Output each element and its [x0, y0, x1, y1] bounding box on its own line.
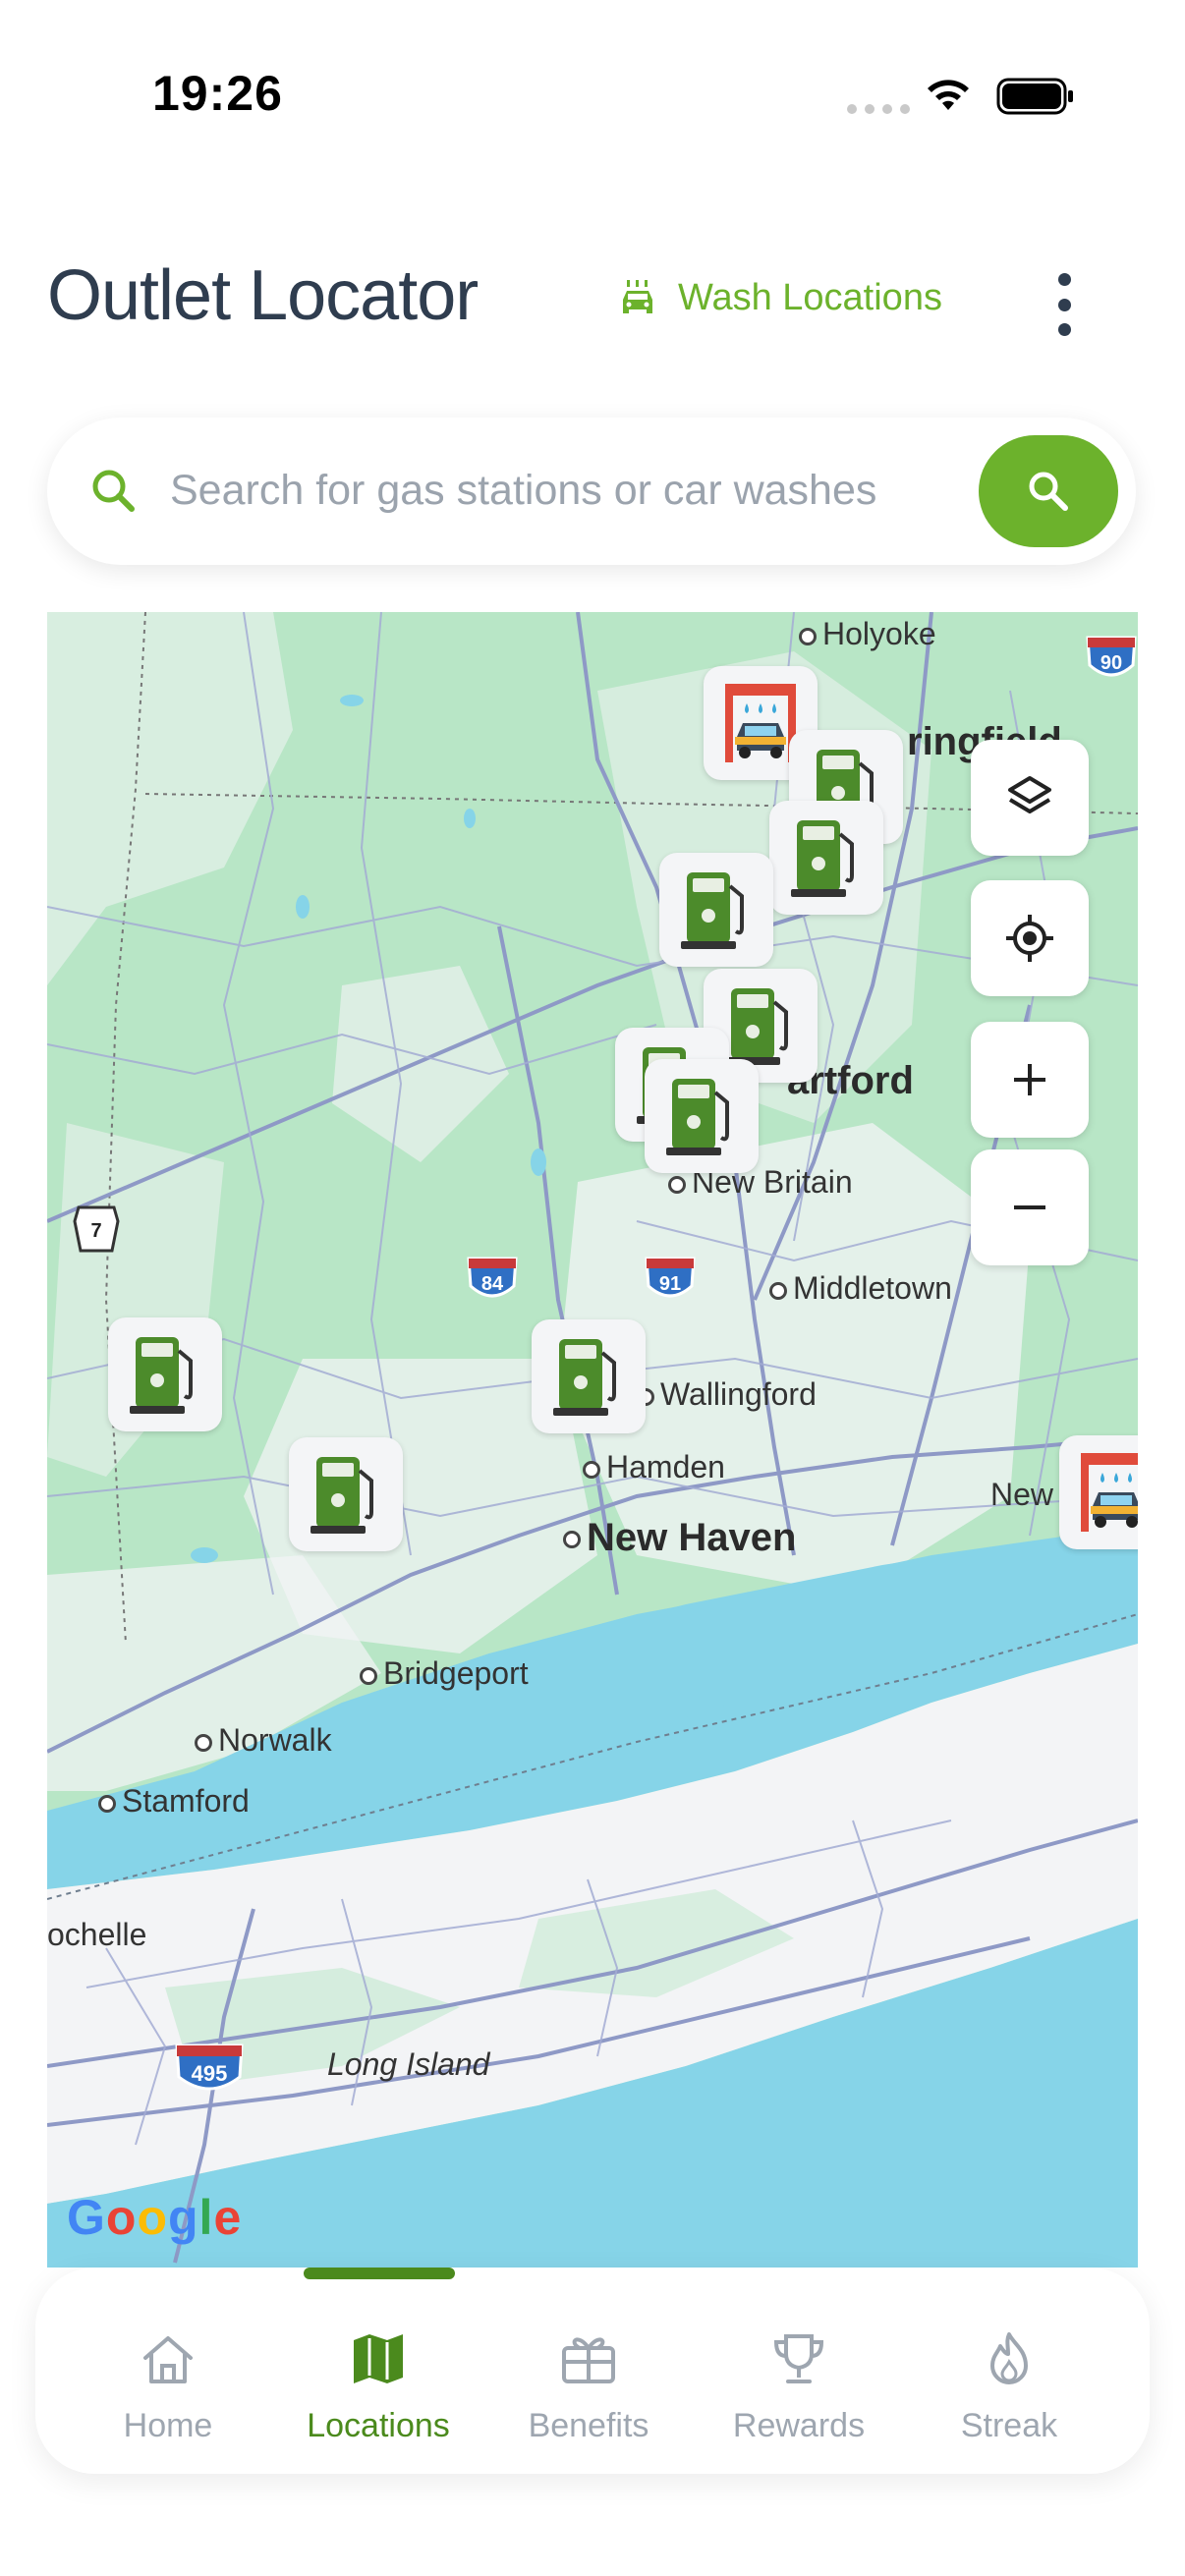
trophy-icon [773, 2334, 824, 2383]
map-view[interactable]: Holyoke ringfield artford New Britain Mi… [47, 612, 1138, 2268]
wash-locations-button[interactable]: Wash Locations [617, 277, 942, 319]
gas-station-marker[interactable] [532, 1319, 646, 1433]
zoom-in-button[interactable] [971, 1022, 1089, 1138]
map-label-new-rochelle: ochelle [47, 1917, 147, 1952]
wifi-icon [928, 80, 969, 110]
minus-icon [1014, 1205, 1045, 1209]
home-icon [143, 2336, 193, 2383]
tab-benefits-label: Benefits [528, 2407, 649, 2444]
gift-icon [562, 2337, 615, 2383]
tab-rewards[interactable]: Rewards [691, 2328, 907, 2445]
interstate-shield-icon: 91 [645, 1257, 696, 1298]
car-wash-icon [725, 684, 796, 762]
svg-text:495: 495 [192, 2061, 228, 2086]
page-title: Outlet Locator [47, 256, 479, 335]
active-tab-indicator [304, 2268, 455, 2279]
map-label-norwalk: Norwalk [195, 1722, 332, 1759]
car-wash-icon [623, 279, 652, 313]
status-bar: 19:26 [0, 0, 1185, 187]
interstate-shield-icon: 84 [467, 1257, 518, 1298]
car-wash-marker[interactable] [1059, 1435, 1138, 1549]
map-label-holyoke: Holyoke [799, 616, 936, 652]
map-label-long-island: Long Island [327, 2046, 490, 2082]
search-input[interactable]: Search for gas stations or car washes [170, 467, 876, 515]
search-icon [92, 470, 135, 512]
map-label-wallingford: Wallingford [637, 1376, 817, 1413]
tab-home-label: Home [123, 2407, 213, 2444]
svg-text:7: 7 [90, 1220, 101, 1242]
flame-icon [990, 2332, 1028, 2384]
map-label-middletown: Middletown [769, 1270, 952, 1307]
tab-home[interactable]: Home [60, 2328, 276, 2445]
gas-pump-icon [681, 872, 744, 949]
my-location-button[interactable] [971, 880, 1089, 996]
tab-locations-label: Locations [307, 2407, 450, 2444]
zoom-out-button[interactable] [971, 1149, 1089, 1265]
map-label-bridgeport: Bridgeport [360, 1655, 529, 1692]
gas-pump-icon [725, 988, 788, 1065]
map-label-stamford: Stamford [98, 1783, 250, 1820]
map-label-hamden: Hamden [583, 1449, 725, 1485]
svg-text:84: 84 [481, 1273, 504, 1295]
gas-station-marker[interactable] [659, 853, 773, 967]
tab-streak-label: Streak [960, 2407, 1058, 2444]
map-label-new-haven: New Haven [563, 1516, 796, 1560]
map-icon [354, 2334, 403, 2383]
cellular-signal-icon [847, 104, 910, 114]
battery-icon [996, 78, 1073, 115]
search-button[interactable] [979, 435, 1118, 547]
gas-station-marker[interactable] [645, 1059, 759, 1173]
svg-text:91: 91 [659, 1273, 681, 1295]
gas-pump-icon [666, 1079, 729, 1155]
gas-pump-icon [310, 1457, 373, 1534]
tab-streak[interactable]: Streak [901, 2328, 1117, 2445]
more-options-icon[interactable] [1049, 273, 1079, 336]
interstate-shield-icon: 90 [1086, 636, 1137, 677]
gas-station-marker[interactable] [769, 801, 883, 915]
map-layers-button[interactable] [971, 740, 1089, 856]
car-wash-icon [1081, 1453, 1138, 1532]
map-base [47, 612, 1138, 2268]
gas-pump-icon [791, 820, 854, 897]
plus-icon [1014, 1064, 1045, 1095]
gas-station-marker[interactable] [108, 1317, 222, 1431]
gas-pump-icon [130, 1337, 193, 1414]
us-route-shield-icon: 7 [73, 1205, 120, 1253]
gas-pump-icon [553, 1339, 616, 1416]
search-icon [1029, 472, 1068, 511]
tab-locations[interactable]: Locations [270, 2328, 486, 2445]
svg-text:90: 90 [1100, 652, 1122, 674]
bottom-tab-bar: Home Locations Benefits Rewards Streak [35, 2268, 1150, 2474]
search-bar[interactable]: Search for gas stations or car washes [47, 418, 1136, 565]
status-time: 19:26 [152, 66, 283, 121]
locate-icon [1006, 915, 1053, 962]
tab-benefits[interactable]: Benefits [480, 2328, 697, 2445]
google-attribution-logo: Google [67, 2190, 243, 2245]
app-header: Outlet Locator Wash Locations [0, 255, 1185, 354]
layers-icon [1008, 776, 1051, 813]
tab-rewards-label: Rewards [732, 2407, 866, 2444]
gas-station-marker[interactable] [289, 1437, 403, 1551]
wash-locations-label: Wash Locations [678, 277, 942, 318]
interstate-shield-icon: 495 [175, 2044, 244, 2091]
